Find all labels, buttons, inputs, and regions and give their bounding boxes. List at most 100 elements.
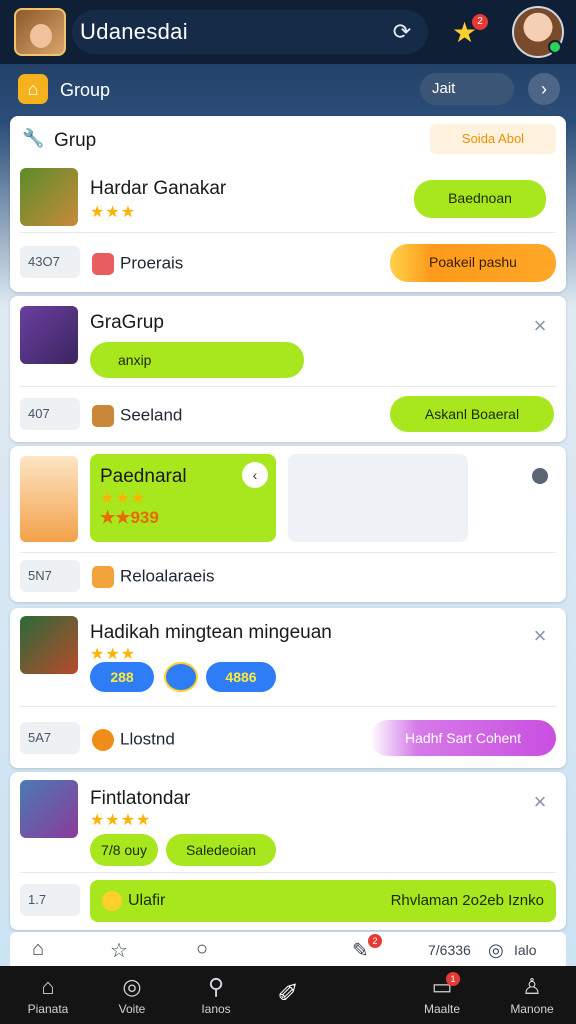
- info-row: Llostnd: [92, 729, 175, 751]
- divider: [20, 232, 556, 233]
- close-icon[interactable]: ×: [530, 315, 550, 337]
- join-button[interactable]: Jait: [420, 73, 514, 105]
- character-thumbnail[interactable]: [20, 616, 78, 674]
- lang-text: Ialo: [514, 942, 537, 958]
- refresh-icon[interactable]: ⟳: [388, 18, 416, 46]
- sale-button[interactable]: Saledeoian: [166, 834, 276, 866]
- star-rating: ★★★: [100, 490, 147, 507]
- next-arrow-button[interactable]: ›: [528, 73, 560, 105]
- meta-badge: 5N7: [20, 560, 80, 592]
- online-status-dot: [548, 40, 562, 54]
- score-text: ★★939: [100, 508, 159, 527]
- close-icon[interactable]: ×: [530, 791, 550, 813]
- info-row: Proerais: [92, 253, 183, 275]
- nav-label: Pianata: [27, 1002, 69, 1016]
- person-icon: ♙: [522, 974, 542, 999]
- empty-slot: [288, 454, 468, 542]
- edit-badge: 2: [368, 934, 382, 948]
- bottom-nav: ⌂ Pianata ◎ Voite ⚲ Ianos ✐ ▭ Maalte 1 ♙…: [0, 966, 576, 1024]
- join-label: Jait: [432, 80, 456, 97]
- divider: [20, 552, 556, 553]
- edit-icon[interactable]: ✎: [352, 938, 369, 963]
- bar-left-label: Ulafir: [128, 892, 166, 909]
- count-button[interactable]: 7/8 ouy: [90, 834, 158, 866]
- nav-item-bag[interactable]: ▭ Maalte 1: [394, 966, 490, 1024]
- character-thumbnail[interactable]: [20, 456, 78, 542]
- top-bar: Udanesdai ⟳ ★ 2: [0, 0, 576, 64]
- player-name: Fintlatondar: [90, 788, 191, 809]
- nav-item-home[interactable]: ⌂ Pianata: [0, 966, 96, 1024]
- character-thumbnail[interactable]: [20, 780, 78, 838]
- meta-badge: 1.7: [20, 884, 80, 916]
- search-icon: ⚲: [207, 974, 225, 999]
- info-text: Proerais: [120, 253, 184, 273]
- card-heading: Grup: [54, 130, 97, 151]
- progress-pill[interactable]: anxip: [90, 342, 304, 378]
- close-icon[interactable]: ×: [530, 625, 550, 647]
- info-bubble-icon[interactable]: ‹: [242, 462, 268, 488]
- player-name: Hadikah mingtean mingeuan: [90, 622, 332, 643]
- star-rating: ★★★: [90, 646, 137, 663]
- player-name: Paednaral: [100, 466, 187, 487]
- game-avatar[interactable]: [14, 8, 66, 56]
- action-button[interactable]: Hadhf Sart Cohent: [370, 720, 556, 756]
- group-card-3: Paednaral ★★★ ★★939 ‹ 5N7 Reloalaraeis: [10, 446, 566, 602]
- notification-badge: 2: [472, 14, 488, 30]
- group-card-2: GraGrup × anxip 407 Seeland Askanl Boaer…: [10, 296, 566, 442]
- player-name: GraGrup: [90, 312, 164, 333]
- brush-icon: ✐: [277, 978, 299, 1008]
- player-name: Hardar Ganakar: [90, 178, 227, 199]
- app-title: Udanesdai: [80, 19, 188, 44]
- home-icon[interactable]: ⌂: [32, 938, 44, 961]
- group-card-5: Fintlatondar × ★★★★ 7/8 ouy Saledeoian 1…: [10, 772, 566, 930]
- status-button[interactable]: Baednoan: [414, 180, 546, 218]
- group-icon: ⌂: [18, 74, 48, 104]
- bucket-icon: [92, 405, 114, 427]
- wrench-icon: 🔧: [22, 128, 45, 148]
- cake-icon: [92, 253, 114, 275]
- info-row: Seeland: [92, 405, 182, 427]
- bar-right-label: Rhvlaman 2o2eb Iznko: [390, 892, 544, 909]
- coin-icon[interactable]: [164, 662, 198, 692]
- nav-item-profile[interactable]: ♙ Manone: [484, 966, 576, 1024]
- group-label: Group: [60, 80, 111, 100]
- nav-item-vote[interactable]: ◎ Voite: [84, 966, 180, 1024]
- action-button[interactable]: Askanl Boaeral: [390, 396, 554, 432]
- divider: [20, 386, 556, 387]
- group-card-1: 🔧 Grup Soida Abol Hardar Ganakar ★★★ Bae…: [10, 116, 566, 292]
- burger-icon: [92, 566, 114, 588]
- divider: [20, 706, 556, 707]
- group-card-4: Hadikah mingtean mingeuan × ★★★ 288 4886…: [10, 608, 566, 768]
- compass-icon: ◎: [122, 974, 142, 999]
- resource-chip[interactable]: 4886: [206, 662, 276, 692]
- progress-bar[interactable]: Ulafir Rhvlaman 2o2eb Iznko: [90, 880, 556, 922]
- globe-icon[interactable]: ◎: [488, 940, 504, 961]
- meta-badge: 5A7: [20, 722, 80, 754]
- nav-label: Voite: [118, 1002, 146, 1016]
- resource-chip[interactable]: 288: [90, 662, 154, 692]
- home-icon: ⌂: [41, 974, 55, 999]
- status-dot: [532, 468, 548, 484]
- badge-icon: [92, 729, 114, 751]
- nav-label: Maalte: [423, 1002, 461, 1016]
- action-button[interactable]: Poakeil pashu: [390, 244, 556, 282]
- counter-text: 7/6336: [428, 942, 471, 958]
- info-text: Llostnd: [120, 729, 175, 749]
- nav-label: Manone: [510, 1002, 554, 1016]
- info-text: Reloalaraeis: [120, 566, 215, 586]
- coin-icon: [102, 891, 122, 911]
- secondary-toolbar: ⌂ ☆ ○ ✎ 2 7/6336 ◎ Ialo: [10, 932, 566, 968]
- star-rating: ★★★★: [90, 812, 152, 829]
- tag-chip[interactable]: Soida Abol: [430, 124, 556, 154]
- nav-item-brush[interactable]: ✐: [240, 966, 336, 1024]
- star-outline-icon[interactable]: ☆: [110, 938, 128, 963]
- info-text: Seeland: [120, 405, 183, 425]
- divider: [20, 872, 556, 873]
- info-row: Reloalaraeis: [92, 566, 215, 588]
- chat-icon[interactable]: ○: [196, 938, 208, 961]
- bag-badge: 1: [446, 972, 460, 986]
- meta-badge: 407: [20, 398, 80, 430]
- character-thumbnail[interactable]: [20, 306, 78, 364]
- character-thumbnail[interactable]: [20, 168, 78, 226]
- star-rating: ★★★: [90, 204, 137, 221]
